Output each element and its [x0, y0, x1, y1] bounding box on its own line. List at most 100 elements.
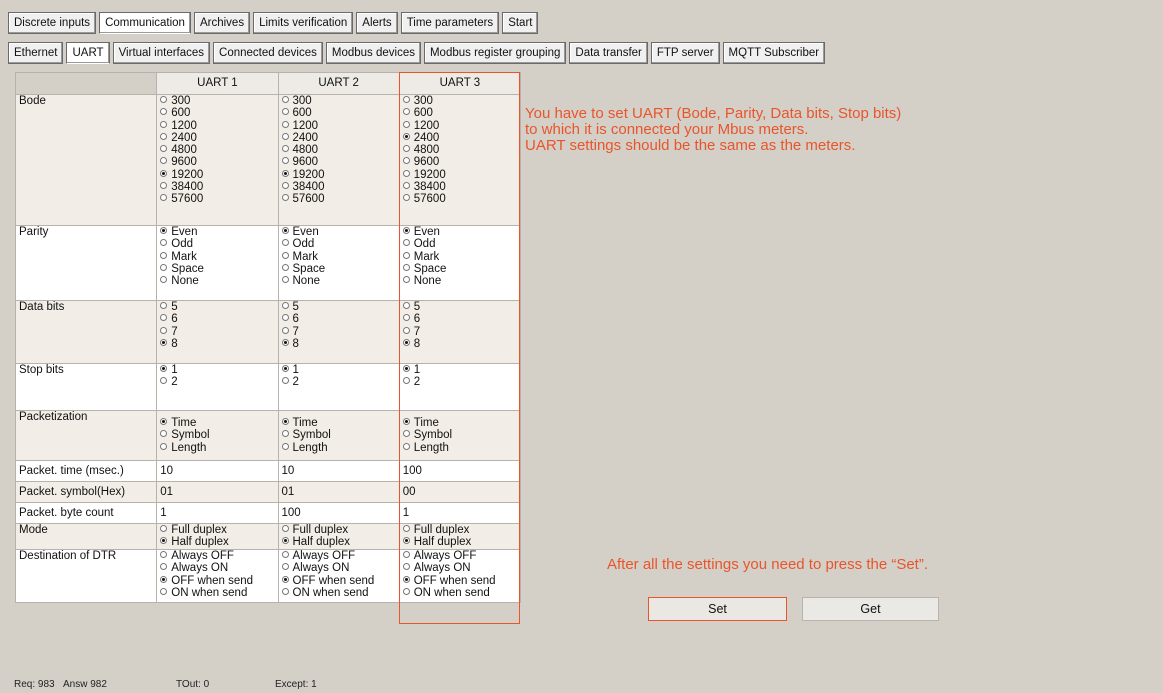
uart-1-packet-time-cell[interactable]: 10	[156, 460, 279, 482]
radio-option-9600[interactable]: 9600	[281, 156, 396, 168]
radio-option-odd[interactable]: Odd	[402, 238, 517, 250]
radio-button-icon[interactable]	[281, 587, 289, 595]
radio-button-icon[interactable]	[281, 263, 289, 271]
radio-button-icon[interactable]	[281, 96, 289, 103]
radio-button-icon[interactable]	[160, 525, 168, 532]
radio-button-icon[interactable]	[160, 227, 168, 234]
radio-option-length[interactable]: Length	[281, 442, 396, 454]
radio-option-time[interactable]: Time	[402, 417, 517, 429]
radio-option-mark[interactable]: Mark	[160, 251, 274, 263]
sub-tab-uart[interactable]: UART	[66, 42, 110, 64]
radio-option-600[interactable]: 600	[402, 107, 517, 119]
radio-button-icon[interactable]	[402, 276, 410, 284]
radio-option-6[interactable]: 6	[160, 313, 274, 325]
uart-1-packet-symbol-cell[interactable]: 01	[156, 481, 279, 503]
radio-button-icon[interactable]	[281, 575, 289, 583]
radio-option-on-when-send[interactable]: ON when send	[160, 587, 274, 599]
radio-button-icon[interactable]	[281, 537, 289, 545]
radio-button-icon[interactable]	[402, 377, 410, 385]
radio-option-8[interactable]: 8	[402, 338, 517, 350]
uart-2-packet-time-cell[interactable]: 10	[277, 460, 400, 482]
radio-button-icon[interactable]	[402, 365, 410, 372]
radio-option-time[interactable]: Time	[281, 417, 396, 429]
radio-button-icon[interactable]	[281, 563, 289, 571]
radio-button-icon[interactable]	[160, 194, 168, 202]
radio-option-symbol[interactable]: Symbol	[160, 429, 274, 441]
radio-option-odd[interactable]: Odd	[160, 238, 274, 250]
radio-button-icon[interactable]	[402, 525, 410, 532]
radio-button-icon[interactable]	[281, 132, 289, 140]
radio-button-icon[interactable]	[160, 182, 168, 190]
top-tab-limits-verification[interactable]: Limits verification	[253, 12, 354, 34]
radio-button-icon[interactable]	[160, 338, 168, 346]
radio-button-icon[interactable]	[160, 251, 168, 259]
radio-button-icon[interactable]	[160, 587, 168, 595]
radio-option-1[interactable]: 1	[281, 365, 396, 377]
radio-option-off-when-send[interactable]: OFF when send	[281, 575, 396, 587]
radio-option-5[interactable]: 5	[281, 302, 396, 314]
radio-option-even[interactable]: Even	[402, 227, 517, 239]
radio-option-9600[interactable]: 9600	[160, 156, 274, 168]
radio-button-icon[interactable]	[402, 96, 410, 103]
uart-1-packet-byte-count-cell[interactable]: 1	[156, 502, 279, 524]
radio-option-1200[interactable]: 1200	[160, 120, 274, 132]
radio-button-icon[interactable]	[281, 314, 289, 322]
radio-button-icon[interactable]	[402, 108, 410, 116]
radio-option-odd[interactable]: Odd	[281, 238, 396, 250]
radio-option-1[interactable]: 1	[160, 365, 274, 377]
radio-option-1200[interactable]: 1200	[281, 120, 396, 132]
radio-button-icon[interactable]	[160, 132, 168, 140]
radio-button-icon[interactable]	[281, 239, 289, 247]
top-tab-start[interactable]: Start	[502, 12, 539, 34]
radio-option-length[interactable]: Length	[160, 442, 274, 454]
radio-button-icon[interactable]	[160, 326, 168, 334]
radio-button-icon[interactable]	[281, 227, 289, 234]
radio-button-icon[interactable]	[281, 182, 289, 190]
radio-button-icon[interactable]	[402, 338, 410, 346]
radio-option-57600[interactable]: 57600	[281, 193, 396, 205]
radio-option-full-duplex[interactable]: Full duplex	[402, 525, 517, 537]
radio-button-icon[interactable]	[281, 194, 289, 202]
radio-option-7[interactable]: 7	[402, 326, 517, 338]
radio-button-icon[interactable]	[281, 418, 289, 425]
radio-button-icon[interactable]	[281, 430, 289, 438]
radio-button-icon[interactable]	[402, 442, 410, 450]
radio-option-8[interactable]: 8	[160, 338, 274, 350]
radio-option-19200[interactable]: 19200	[402, 169, 517, 181]
radio-button-icon[interactable]	[402, 430, 410, 438]
radio-option-4800[interactable]: 4800	[402, 144, 517, 156]
radio-option-always-off[interactable]: Always OFF	[281, 551, 396, 563]
radio-option-6[interactable]: 6	[281, 313, 396, 325]
radio-button-icon[interactable]	[281, 145, 289, 153]
radio-option-always-on[interactable]: Always ON	[281, 562, 396, 574]
radio-option-half-duplex[interactable]: Half duplex	[281, 536, 396, 548]
radio-option-7[interactable]: 7	[160, 326, 274, 338]
radio-button-icon[interactable]	[160, 157, 168, 165]
radio-option-on-when-send[interactable]: ON when send	[281, 587, 396, 599]
radio-option-8[interactable]: 8	[281, 338, 396, 350]
top-tab-alerts[interactable]: Alerts	[356, 12, 398, 34]
radio-option-4800[interactable]: 4800	[160, 144, 274, 156]
radio-button-icon[interactable]	[160, 537, 168, 545]
radio-option-space[interactable]: Space	[402, 263, 517, 275]
radio-button-icon[interactable]	[402, 302, 410, 309]
radio-button-icon[interactable]	[160, 377, 168, 385]
radio-button-icon[interactable]	[160, 276, 168, 284]
radio-option-length[interactable]: Length	[402, 442, 517, 454]
radio-option-57600[interactable]: 57600	[160, 193, 274, 205]
radio-button-icon[interactable]	[281, 302, 289, 309]
top-tab-discrete-inputs[interactable]: Discrete inputs	[8, 12, 97, 34]
radio-option-time[interactable]: Time	[160, 417, 274, 429]
radio-option-on-when-send[interactable]: ON when send	[402, 587, 517, 599]
radio-option-off-when-send[interactable]: OFF when send	[402, 575, 517, 587]
radio-button-icon[interactable]	[281, 338, 289, 346]
top-tab-time-parameters[interactable]: Time parameters	[400, 12, 500, 34]
radio-button-icon[interactable]	[160, 96, 168, 103]
radio-button-icon[interactable]	[160, 551, 168, 558]
uart-3-packet-symbol-cell[interactable]: 00	[398, 481, 522, 503]
radio-option-space[interactable]: Space	[160, 263, 274, 275]
radio-button-icon[interactable]	[402, 418, 410, 425]
radio-option-always-on[interactable]: Always ON	[160, 562, 274, 574]
radio-button-icon[interactable]	[281, 326, 289, 334]
radio-option-2[interactable]: 2	[281, 376, 396, 388]
